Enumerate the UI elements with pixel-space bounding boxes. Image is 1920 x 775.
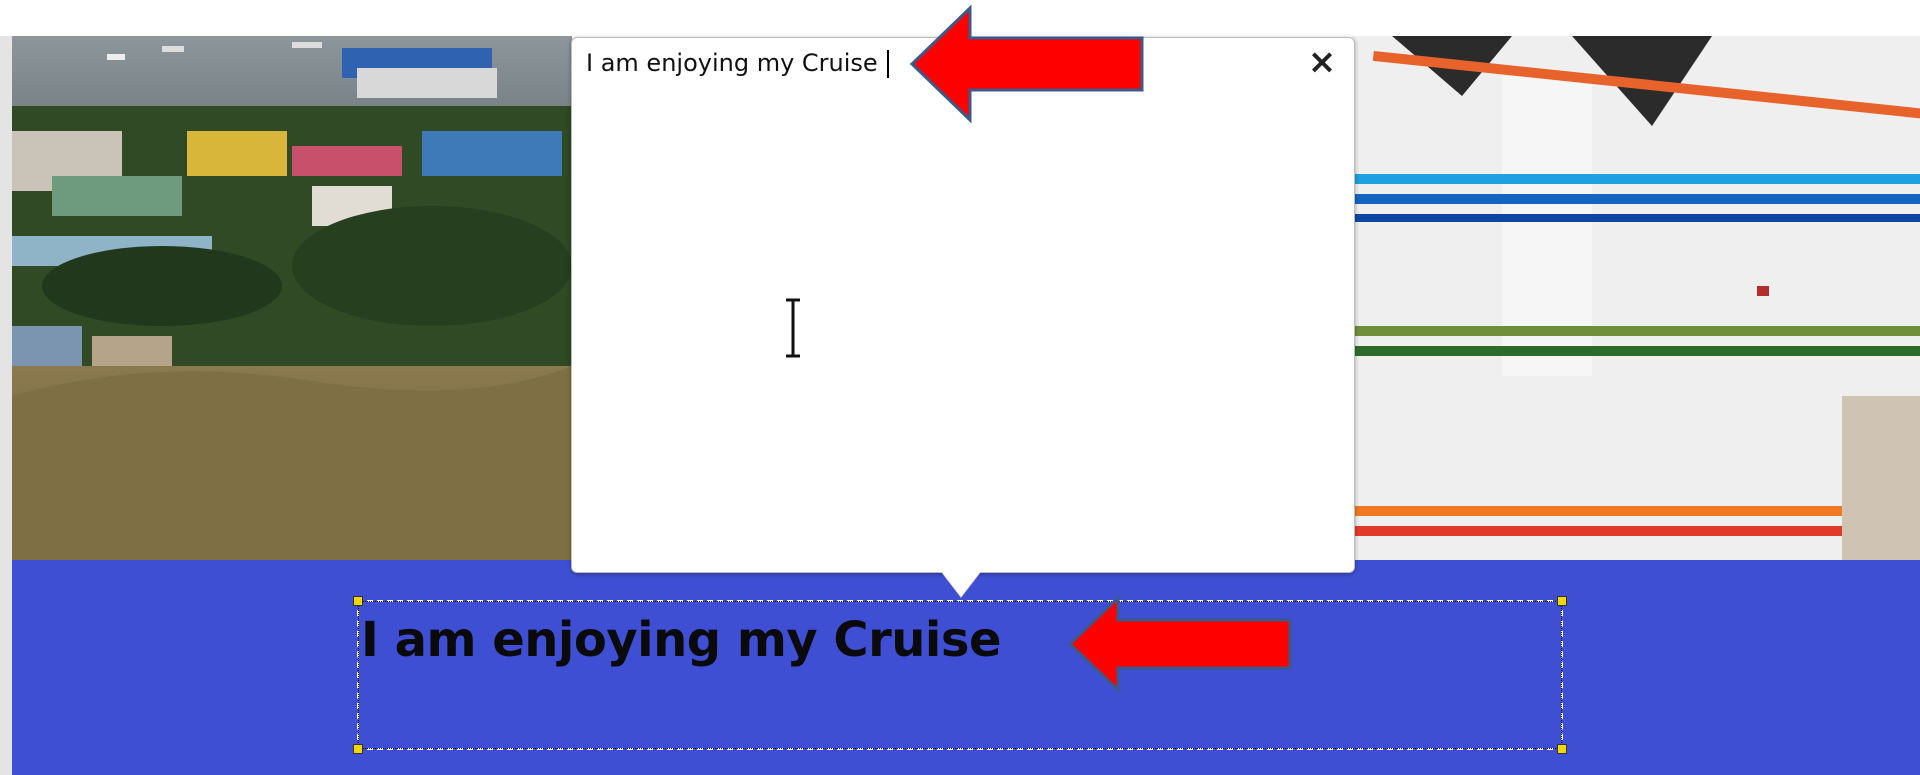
window-left-edge xyxy=(0,36,12,775)
left-arrow-icon xyxy=(1068,594,1292,694)
resize-handle-top-right[interactable] xyxy=(1557,596,1567,606)
text-caret xyxy=(887,50,889,78)
left-arrow-icon xyxy=(910,4,1144,124)
close-icon[interactable]: × xyxy=(1306,45,1338,79)
resize-handle-bottom-right[interactable] xyxy=(1557,744,1567,754)
resize-handle-top-left[interactable] xyxy=(353,596,363,606)
resize-handle-bottom-left[interactable] xyxy=(353,744,363,754)
caption-text-box[interactable]: I am enjoying my Cruise xyxy=(353,596,1567,754)
caption-text[interactable]: I am enjoying my Cruise xyxy=(361,612,1002,668)
popup-pointer xyxy=(941,571,981,597)
ibeam-cursor-icon xyxy=(786,298,800,358)
